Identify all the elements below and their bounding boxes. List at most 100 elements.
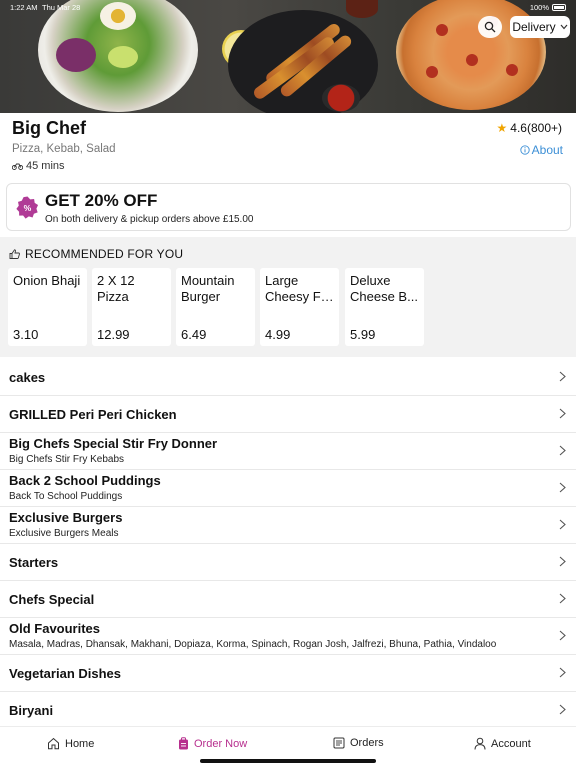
restaurant-cuisines: Pizza, Kebab, Salad — [12, 143, 116, 155]
chevron-right-icon — [559, 371, 566, 382]
menu-category-row[interactable]: Vegetarian Dishes — [0, 655, 576, 692]
chevron-right-icon — [559, 408, 566, 419]
recommended-title: RECOMMENDED FOR YOU — [25, 247, 184, 261]
chevron-right-icon — [559, 482, 566, 493]
battery-indicator: 100% — [530, 3, 566, 12]
menu-category-row[interactable]: Old Favourites Masala, Madras, Dhansak, … — [0, 618, 576, 655]
menu-category-row[interactable]: Biryani — [0, 692, 576, 729]
category-name: GRILLED Peri Peri Chicken — [9, 407, 177, 422]
hero-banner: 1:22 AM Thu Mar 28 100% Delivery — [0, 0, 576, 113]
home-icon — [48, 737, 59, 750]
nav-account-label: Account — [491, 737, 531, 750]
nav-order-now[interactable]: Order Now — [178, 737, 247, 750]
nav-orders[interactable]: Orders — [333, 737, 384, 749]
recommended-section: RECOMMENDED FOR YOU Onion Bhaji 3.10 2 X… — [0, 237, 576, 357]
menu-category-row[interactable]: Back 2 School Puddings Back To School Pu… — [0, 470, 576, 507]
item-name-line2: Burger — [181, 289, 221, 304]
chevron-down-icon — [560, 24, 568, 30]
order-bag-icon — [179, 737, 188, 750]
restaurant-rating[interactable]: ★ 4.6(800+) — [497, 121, 562, 135]
category-name: Old Favourites — [9, 621, 101, 636]
battery-icon — [552, 4, 566, 11]
status-bar: 1:22 AM Thu Mar 28 100% — [0, 2, 576, 14]
search-button[interactable] — [478, 16, 502, 38]
chevron-right-icon — [559, 630, 566, 641]
about-label: About — [531, 143, 563, 157]
delivery-mode-dropdown[interactable]: Delivery — [510, 16, 570, 38]
bike-icon — [12, 163, 23, 170]
category-name: Chefs Special — [9, 592, 95, 607]
status-date: Thu Mar 28 — [42, 3, 81, 12]
rating-value: 4.6(800+) — [510, 121, 562, 135]
chevron-right-icon — [559, 704, 566, 715]
item-price: 4.99 — [265, 327, 291, 342]
item-name-line1: Onion Bhaji — [13, 273, 81, 288]
category-name: Starters — [9, 555, 59, 570]
info-icon — [519, 145, 530, 155]
about-link[interactable]: About — [519, 143, 563, 157]
menu-category-list: cakes GRILLED Peri Peri Chicken Big Chef… — [0, 359, 576, 729]
delivery-time: 45 mins — [12, 160, 65, 172]
nav-orders-label: Orders — [350, 737, 384, 749]
restaurant-name: Big Chef — [12, 118, 86, 138]
chevron-right-icon — [559, 445, 566, 456]
item-name-line1: Large — [265, 273, 299, 288]
category-name: cakes — [9, 370, 46, 385]
receipt-icon — [333, 737, 345, 749]
menu-category-row[interactable]: Big Chefs Special Stir Fry Donner Big Ch… — [0, 433, 576, 470]
item-price: 6.49 — [181, 327, 207, 342]
item-name-line1: 2 X 12 — [97, 273, 135, 288]
category-name: Big Chefs Special Stir Fry Donner — [9, 436, 218, 451]
delivery-mode-label: Delivery — [512, 20, 556, 34]
item-name-line2: Cheese B... — [350, 289, 418, 304]
star-icon: ★ — [496, 121, 508, 135]
category-description: Big Chefs Stir Fry Kebabs — [9, 454, 125, 465]
category-name: Back 2 School Puddings — [9, 473, 161, 488]
recommended-header: RECOMMENDED FOR YOU — [9, 247, 183, 261]
category-name: Biryani — [9, 703, 54, 718]
chevron-right-icon — [559, 556, 566, 567]
home-indicator[interactable] — [200, 759, 376, 763]
chevron-right-icon — [559, 667, 566, 678]
menu-category-row[interactable]: GRILLED Peri Peri Chicken — [0, 396, 576, 433]
category-name: Exclusive Burgers — [9, 510, 123, 525]
offer-title: GET 20% OFF — [45, 191, 158, 210]
menu-category-row[interactable]: Exclusive Burgers Exclusive Burgers Meal… — [0, 507, 576, 544]
chevron-right-icon — [559, 593, 566, 604]
sauce-dish-image — [322, 84, 360, 112]
recommended-item-card[interactable]: 2 X 12 Pizza 12.99 — [92, 268, 171, 346]
menu-category-row[interactable]: Starters — [0, 544, 576, 581]
user-icon — [474, 737, 486, 750]
item-price: 5.99 — [350, 327, 376, 342]
recommended-item-card[interactable]: Onion Bhaji 3.10 — [8, 268, 87, 346]
item-name-line2: Cheesy Fr... — [265, 289, 334, 304]
item-name-line2: Pizza — [97, 289, 129, 304]
category-name: Vegetarian Dishes — [9, 666, 121, 681]
menu-category-row[interactable]: Chefs Special — [0, 581, 576, 618]
chevron-right-icon — [559, 519, 566, 530]
search-icon — [484, 21, 496, 33]
nav-home-label: Home — [65, 737, 95, 750]
offer-banner[interactable]: % GET 20% OFF On both delivery & pickup … — [6, 183, 571, 231]
battery-percent: 100% — [529, 3, 549, 12]
item-price: 3.10 — [13, 327, 39, 342]
recommended-item-card[interactable]: Mountain Burger 6.49 — [176, 268, 255, 346]
category-description: Exclusive Burgers Meals — [9, 528, 119, 539]
item-name-line1: Mountain — [181, 273, 235, 288]
recommended-item-card[interactable]: Large Cheesy Fr... 4.99 — [260, 268, 339, 346]
recommended-item-card[interactable]: Deluxe Cheese B... 5.99 — [345, 268, 424, 346]
status-time: 1:22 AM — [10, 3, 38, 12]
svg-text:%: % — [24, 203, 32, 213]
item-price: 12.99 — [97, 327, 130, 342]
category-description: Back To School Puddings — [9, 491, 123, 502]
salad-bowl-image — [38, 0, 198, 112]
category-description: Masala, Madras, Dhansak, Makhani, Dopiaz… — [9, 639, 497, 650]
discount-badge-icon: % — [16, 196, 39, 219]
nav-order-now-label: Order Now — [194, 737, 248, 750]
item-name-line1: Deluxe — [350, 273, 391, 288]
offer-subtitle: On both delivery & pickup orders above £… — [45, 214, 254, 225]
nav-account[interactable]: Account — [474, 737, 531, 750]
menu-category-row[interactable]: cakes — [0, 359, 576, 396]
bottom-navigation: Home Order Now Orders Account — [0, 726, 576, 768]
nav-home[interactable]: Home — [47, 737, 94, 750]
